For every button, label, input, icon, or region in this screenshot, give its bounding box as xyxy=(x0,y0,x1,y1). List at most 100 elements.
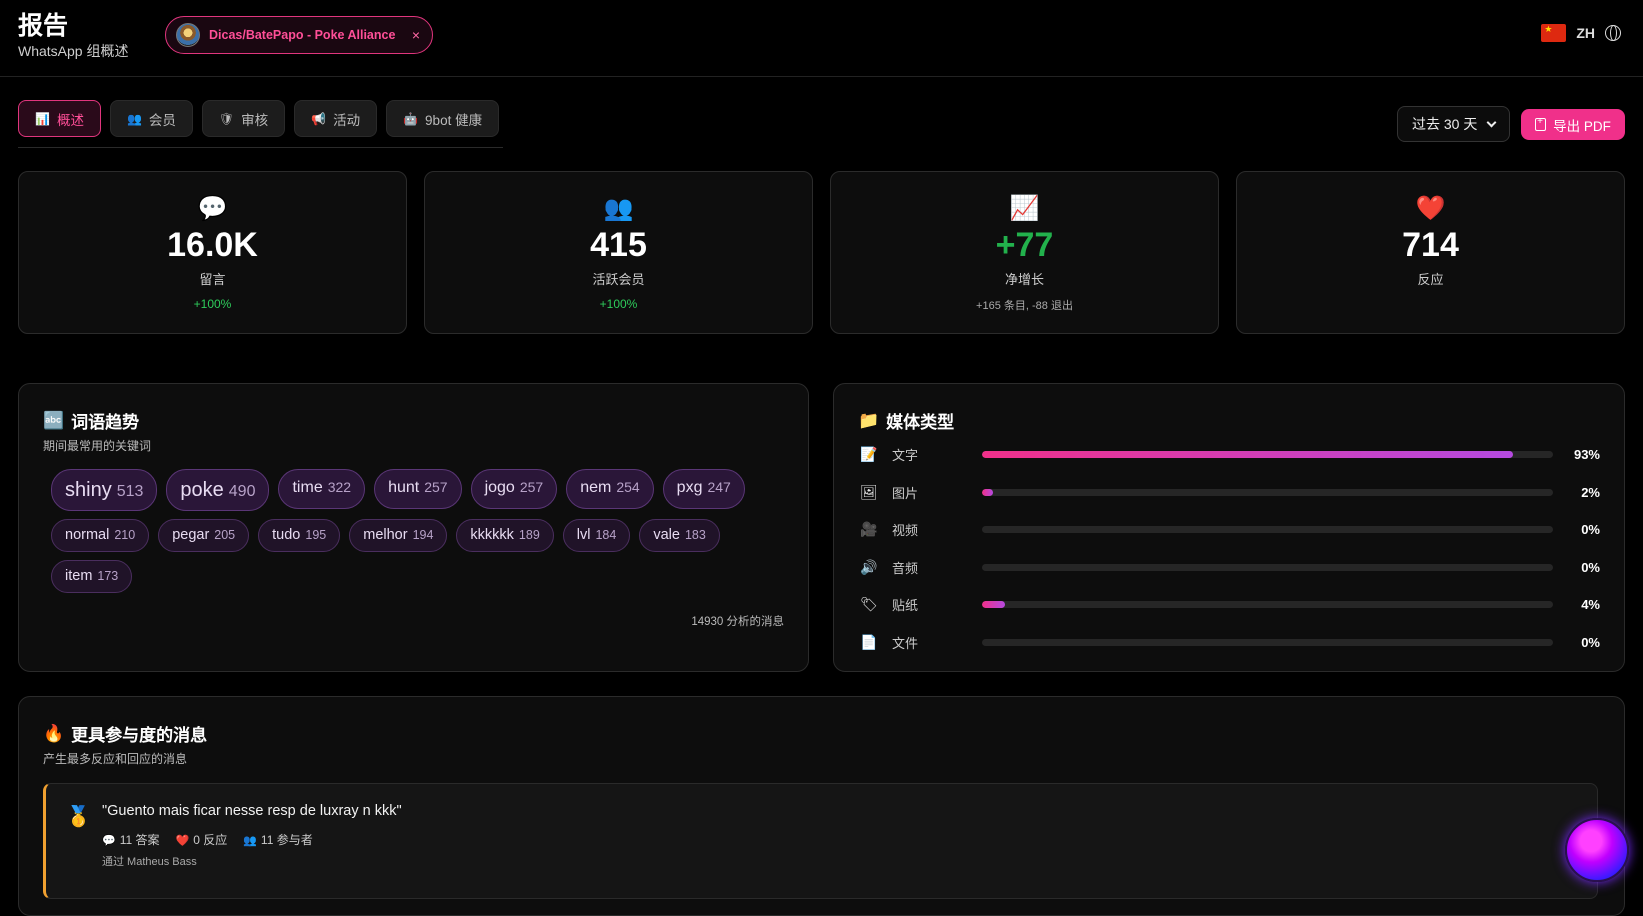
date-range-select[interactable]: 过去 30 天 xyxy=(1397,106,1510,142)
users-icon: 👥 xyxy=(243,835,257,847)
media-bar-fill xyxy=(982,601,1005,609)
message-text: "Guento mais ficar nesse resp de luxray … xyxy=(102,803,402,819)
top-bar: 报告 WhatsApp 组概述 Dicas/BatePapo - Poke Al… xyxy=(0,0,1643,77)
shield-icon: 🛡 xyxy=(218,111,235,126)
stat-value: 714 xyxy=(1402,226,1459,264)
tab-moderation[interactable]: 🛡 审核 xyxy=(201,100,286,137)
participants-stat: 👥 11 参与者 xyxy=(243,831,313,848)
word-chip[interactable]: poke 490 xyxy=(166,469,270,511)
media-bar-track xyxy=(982,563,1553,571)
media-bar-track xyxy=(982,488,1553,496)
word-chip[interactable]: lvl 184 xyxy=(562,519,631,552)
media-label: 图片 xyxy=(892,485,919,501)
video-camera-icon: 🎥 xyxy=(860,521,878,538)
word-chip[interactable]: tudo 195 xyxy=(258,519,341,552)
users-icon: 👥 xyxy=(126,111,142,126)
media-percent: 0% xyxy=(1581,634,1600,650)
word-chip[interactable]: hunt 257 xyxy=(374,469,462,509)
folder-icon: 📁 xyxy=(858,410,880,430)
word-cloud: shiny 513 poke 490 time 322 hunt 257 jogo 257… xyxy=(51,469,771,593)
word-count: 194 xyxy=(412,528,434,542)
word-chip[interactable]: melhor 194 xyxy=(349,519,448,552)
media-row-image: 🖼 图片 2% xyxy=(860,474,1600,512)
panel-title: 📁 媒体类型 xyxy=(858,408,954,433)
media-label: 音频 xyxy=(892,560,919,576)
media-label: 文件 xyxy=(892,635,919,651)
stat-label: 留言 xyxy=(199,272,226,287)
close-icon[interactable]: × xyxy=(412,27,420,43)
message-author: 通过 Matheus Bass xyxy=(102,856,197,868)
word-text: item xyxy=(65,568,93,584)
stat-label: 反应 xyxy=(1417,272,1444,287)
word-chip[interactable]: vale 183 xyxy=(639,519,720,552)
speaker-icon: 🔊 xyxy=(860,558,878,575)
word-chip[interactable]: normal 210 xyxy=(51,519,150,552)
group-name: Dicas/BatePapo - Poke Alliance xyxy=(209,28,396,42)
media-bar-track xyxy=(982,601,1553,609)
media-percent: 0% xyxy=(1581,522,1600,538)
word-chip[interactable]: nem 254 xyxy=(566,469,654,509)
media-bar-track xyxy=(982,526,1553,534)
word-count: 490 xyxy=(228,483,256,500)
chevron-down-icon xyxy=(1486,117,1497,127)
word-chip[interactable]: pxg 247 xyxy=(662,469,745,509)
stat-value: 16.0K xyxy=(167,226,258,264)
replies-count: 11 答案 xyxy=(119,833,160,847)
robot-icon: 🤖 xyxy=(403,111,419,126)
tab-activity[interactable]: 📢 活动 xyxy=(294,100,378,137)
tab-label: 概述 xyxy=(56,112,84,128)
engaged-messages-panel: 🔥 更具参与度的消息 产生最多反应和回应的消息 🥇 "Guento mais f… xyxy=(18,696,1625,916)
word-text: normal xyxy=(65,527,110,543)
tab-label: 会员 xyxy=(148,112,176,128)
globe-icon[interactable] xyxy=(1605,25,1621,41)
word-chip[interactable]: pegar 205 xyxy=(158,519,250,552)
heart-icon: ❤️ xyxy=(175,835,190,847)
word-count: 205 xyxy=(214,528,236,542)
tab-label: 9bot 健康 xyxy=(425,112,483,128)
word-chip[interactable]: kkkkkk 189 xyxy=(456,519,554,552)
word-trends-panel: 🔤 词语趋势 期间最常用的关键词 shiny 513 poke 490 time 32… xyxy=(18,383,809,672)
tab-bot-health[interactable]: 🤖 9bot 健康 xyxy=(386,100,500,137)
stat-cards: 💬 16.0K 留言 +100% 👥 415 活跃会员 +100% 📈 +77 … xyxy=(18,171,1625,334)
reactions-count: 0 反应 xyxy=(193,833,228,847)
word-chip[interactable]: time 322 xyxy=(278,469,366,509)
word-text: poke xyxy=(180,479,224,501)
group-selector-chip[interactable]: Dicas/BatePapo - Poke Alliance × xyxy=(165,16,433,54)
abc-icon: 🔤 xyxy=(43,410,65,430)
media-row-video: 🎥 视频 0% xyxy=(860,511,1600,549)
media-percent: 4% xyxy=(1581,597,1600,613)
word-count: 173 xyxy=(97,569,119,583)
fire-icon: 🔥 xyxy=(43,723,65,743)
word-count: 195 xyxy=(305,528,327,542)
export-pdf-button[interactable]: 导出 PDF xyxy=(1521,109,1625,140)
word-count: 254 xyxy=(616,479,640,495)
word-count: 513 xyxy=(116,483,144,500)
china-flag-icon xyxy=(1541,24,1567,42)
panel-title-text: 更具参与度的消息 xyxy=(71,726,208,745)
stat-label: 净增长 xyxy=(1004,272,1044,287)
media-row-text: 📝 文字 93% xyxy=(860,436,1600,474)
panel-title-text: 媒体类型 xyxy=(886,413,955,432)
participants-count: 11 参与者 xyxy=(260,833,313,847)
reactions-stat: ❤️ 0 反应 xyxy=(176,831,228,848)
tab-overview[interactable]: 📊 概述 xyxy=(18,100,101,137)
word-chip[interactable]: shiny 513 xyxy=(51,469,158,511)
gold-medal-icon: 🥇 xyxy=(66,806,91,828)
media-percent: 0% xyxy=(1581,559,1600,575)
word-text: shiny xyxy=(65,479,112,501)
message-card[interactable]: 🥇 "Guento mais ficar nesse resp de luxra… xyxy=(43,783,1598,899)
date-range-value: 过去 30 天 xyxy=(1412,116,1478,132)
word-text: kkkkkk xyxy=(470,527,514,543)
tab-members[interactable]: 👥 会员 xyxy=(109,100,193,137)
word-chip[interactable]: jogo 257 xyxy=(470,469,558,509)
panel-subtitle: 产生最多反应和回应的消息 xyxy=(43,752,188,766)
word-text: tudo xyxy=(272,527,301,543)
assistant-orb-button[interactable] xyxy=(1565,818,1629,882)
word-chip[interactable]: item 173 xyxy=(51,560,133,593)
media-percent: 2% xyxy=(1581,484,1600,500)
language-switcher[interactable]: ZH xyxy=(1541,24,1621,42)
word-text: lvl xyxy=(576,527,591,543)
word-count: 257 xyxy=(424,479,448,495)
media-bar-track xyxy=(982,451,1553,459)
word-count: 247 xyxy=(707,479,731,495)
